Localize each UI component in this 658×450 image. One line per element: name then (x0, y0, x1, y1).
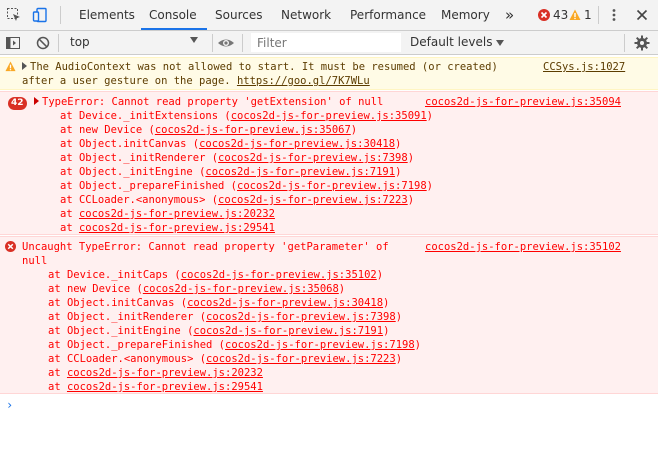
error-icon (5, 241, 16, 252)
stack-frame: at Object.initCanvas (cocos2d-js-for-pre… (48, 297, 390, 309)
error-message-text[interactable]: TypeError: Cannot read property 'getExte… (34, 95, 383, 109)
repeat-count-badge: 42 (8, 97, 27, 110)
stack-frame-link[interactable]: cocos2d-js-for-preview.js:7198 (237, 180, 427, 192)
console-prompt[interactable]: › (6, 398, 13, 412)
stack-frame-link[interactable]: cocos2d-js-for-preview.js:35102 (181, 269, 377, 281)
close-icon[interactable] (632, 5, 652, 25)
devtools-tab-bar: Elements Console Sources Network Perform… (0, 0, 658, 31)
error-count[interactable]: 43 (553, 0, 568, 30)
tab-console[interactable]: Console (149, 0, 197, 30)
stack-frame: at cocos2d-js-for-preview.js:29541 (60, 222, 275, 234)
expand-triangle-icon[interactable] (34, 97, 39, 105)
clear-console-icon[interactable] (33, 33, 53, 53)
warning-icon (5, 61, 16, 75)
active-tab-indicator (141, 28, 207, 30)
stack-frame-link[interactable]: cocos2d-js-for-preview.js:7223 (218, 194, 408, 206)
inspect-element-icon[interactable] (4, 5, 24, 25)
tab-network[interactable]: Network (281, 0, 331, 30)
stack-frame-link[interactable]: cocos2d-js-for-preview.js:29541 (79, 222, 275, 234)
console-warning-message: The AudioContext was not allowed to star… (0, 57, 658, 90)
stack-frame: at CCLoader.<anonymous> (cocos2d-js-for-… (60, 194, 415, 206)
stack-frame: at cocos2d-js-for-preview.js:20232 (60, 208, 275, 220)
live-expression-icon[interactable] (216, 33, 236, 53)
error-source-link[interactable]: cocos2d-js-for-preview.js:35102 (425, 240, 621, 254)
tab-divider (598, 6, 599, 24)
tab-elements[interactable]: Elements (79, 0, 135, 30)
stack-frame: at Object.initCanvas (cocos2d-js-for-pre… (60, 138, 402, 150)
console-toolbar: top Default levels (0, 31, 658, 55)
stack-frame-link[interactable]: cocos2d-js-for-preview.js:7198 (225, 339, 415, 351)
stack-frame: at Object._initRenderer (cocos2d-js-for-… (48, 311, 403, 323)
more-options-icon[interactable] (604, 5, 624, 25)
toolbar-divider (212, 34, 213, 52)
warning-text-line-1[interactable]: The AudioContext was not allowed to star… (22, 60, 498, 74)
gear-icon[interactable] (632, 33, 652, 53)
log-levels-dropdown[interactable]: Default levels (410, 35, 505, 49)
console-error-message: Uncaught TypeError: Cannot read property… (0, 236, 658, 394)
stack-frame-link[interactable]: cocos2d-js-for-preview.js:7191 (205, 166, 395, 178)
error-message-text[interactable]: Uncaught TypeError: Cannot read property… (22, 240, 389, 254)
device-toolbar-icon[interactable] (30, 5, 50, 25)
warning-icon[interactable] (569, 9, 581, 24)
warning-text-line-2: after a user gesture on the page. https:… (22, 75, 370, 87)
stack-frame: at Object._initEngine (cocos2d-js-for-pr… (48, 325, 390, 337)
stack-frame: at Object._initRenderer (cocos2d-js-for-… (60, 152, 415, 164)
context-selector-value: top (70, 35, 90, 49)
error-message-text-cont: null (22, 255, 48, 267)
stack-frame: at new Device (cocos2d-js-for-preview.js… (60, 124, 358, 136)
stack-frame-link[interactable]: cocos2d-js-for-preview.js:7398 (206, 311, 396, 323)
stack-frame: at cocos2d-js-for-preview.js:20232 (48, 367, 263, 379)
toolbar-divider (624, 34, 625, 52)
stack-frame: at Object._prepareFinished (cocos2d-js-f… (60, 180, 433, 192)
stack-frame-link[interactable]: cocos2d-js-for-preview.js:7398 (218, 152, 408, 164)
error-source-link[interactable]: cocos2d-js-for-preview.js:35094 (425, 95, 621, 109)
context-selector[interactable]: top (64, 33, 204, 52)
stack-frame-link[interactable]: cocos2d-js-for-preview.js:35067 (155, 124, 351, 136)
tab-memory[interactable]: Memory (441, 0, 490, 30)
expand-triangle-icon[interactable] (22, 62, 27, 70)
tab-sources[interactable]: Sources (215, 0, 262, 30)
stack-frame-link[interactable]: cocos2d-js-for-preview.js:7223 (206, 353, 396, 365)
warning-help-link[interactable]: https://goo.gl/7K7WLu (237, 75, 370, 87)
filter-input[interactable] (251, 33, 401, 52)
stack-frame: at cocos2d-js-for-preview.js:29541 (48, 381, 263, 393)
more-tabs-button[interactable]: » (505, 0, 514, 30)
stack-frame-link[interactable]: cocos2d-js-for-preview.js:20232 (79, 208, 275, 220)
stack-frame-link[interactable]: cocos2d-js-for-preview.js:30418 (187, 297, 383, 309)
stack-frame: at Device._initExtensions (cocos2d-js-fo… (60, 110, 433, 122)
tab-divider (60, 6, 61, 24)
warning-source-link[interactable]: CCSys.js:1027 (543, 60, 625, 74)
stack-frame: at Object._prepareFinished (cocos2d-js-f… (48, 339, 421, 351)
show-sidebar-icon[interactable] (3, 33, 23, 53)
toolbar-divider (242, 34, 243, 52)
stack-frame: at Device._initCaps (cocos2d-js-for-prev… (48, 269, 384, 281)
stack-frame: at new Device (cocos2d-js-for-preview.js… (48, 283, 346, 295)
stack-frame-link[interactable]: cocos2d-js-for-preview.js:29541 (67, 381, 263, 393)
stack-frame: at CCLoader.<anonymous> (cocos2d-js-for-… (48, 353, 403, 365)
chevron-down-icon (496, 39, 505, 46)
stack-frame-link[interactable]: cocos2d-js-for-preview.js:20232 (67, 367, 263, 379)
warning-count[interactable]: 1 (584, 0, 592, 30)
stack-frame-link[interactable]: cocos2d-js-for-preview.js:35091 (231, 110, 427, 122)
stack-frame: at Object._initEngine (cocos2d-js-for-pr… (60, 166, 402, 178)
stack-frame-link[interactable]: cocos2d-js-for-preview.js:7191 (193, 325, 383, 337)
chevron-down-icon (190, 37, 198, 43)
error-icon[interactable] (538, 9, 550, 21)
tab-performance[interactable]: Performance (350, 0, 426, 30)
console-error-message: 42 TypeError: Cannot read property 'getE… (0, 91, 658, 235)
log-levels-label: Default levels (410, 35, 493, 49)
stack-frame-link[interactable]: cocos2d-js-for-preview.js:35068 (143, 283, 339, 295)
toolbar-divider (58, 34, 59, 52)
stack-frame-link[interactable]: cocos2d-js-for-preview.js:30418 (199, 138, 395, 150)
